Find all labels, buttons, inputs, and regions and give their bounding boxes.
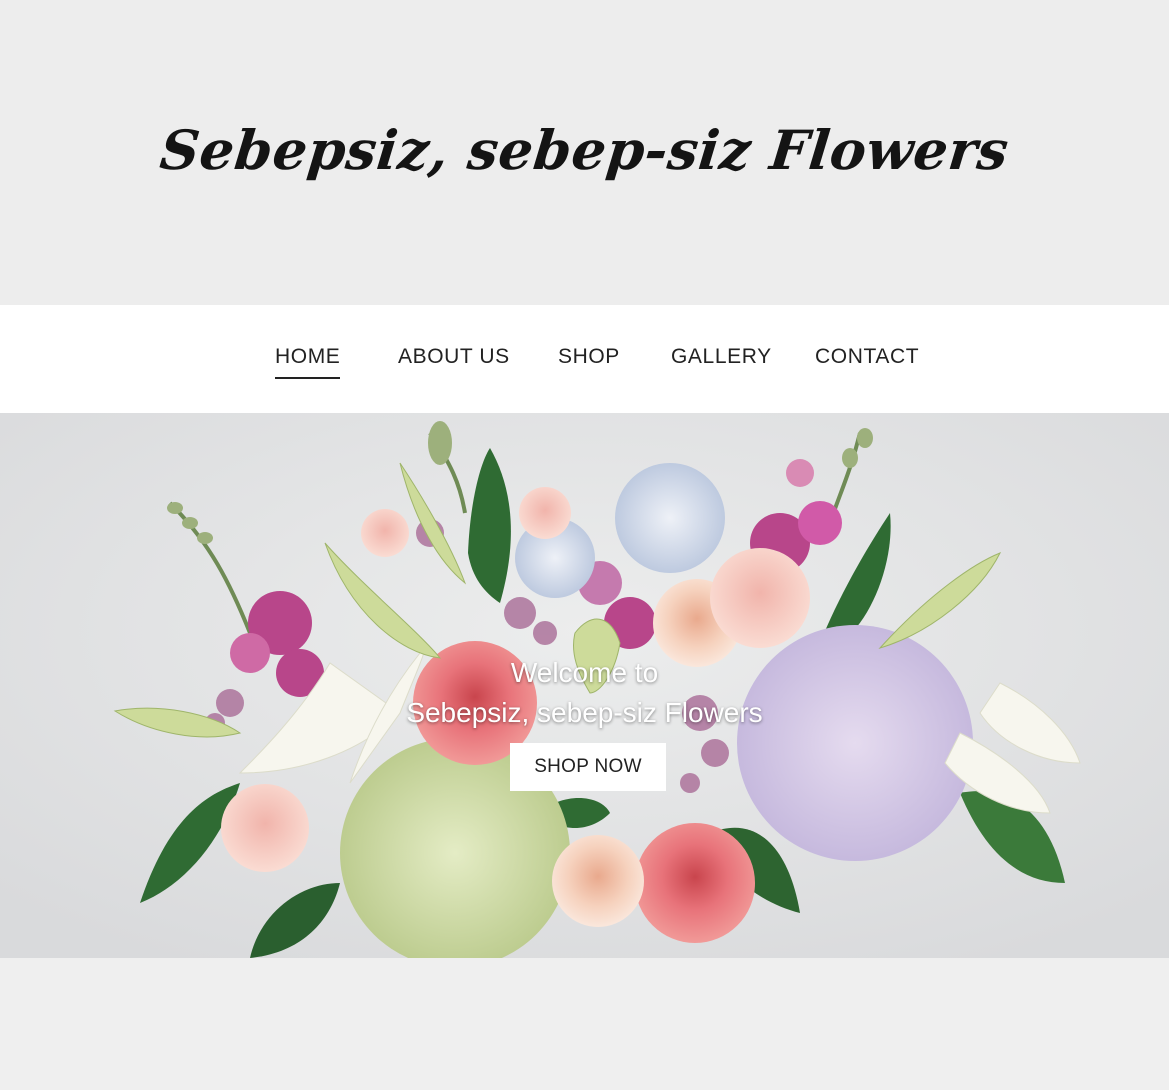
hero-banner: Welcome to Sebepsiz, sebep-siz Flowers S… <box>0 413 1169 958</box>
nav-item-contact[interactable]: CONTACT <box>815 345 919 369</box>
nav-item-shop[interactable]: SHOP <box>558 345 620 369</box>
hero-heading: Welcome to Sebepsiz, sebep-siz Flowers <box>0 653 1169 733</box>
footer-band <box>0 958 1169 1090</box>
nav-item-gallery[interactable]: GALLERY <box>671 345 772 369</box>
main-nav: HOME ABOUT US SHOP GALLERY CONTACT <box>0 305 1169 413</box>
site-title: Sebepsiz, sebep-siz Flowers <box>157 118 1012 182</box>
hero-line-1: Welcome to <box>510 657 659 688</box>
shop-now-button[interactable]: SHOP NOW <box>510 743 666 791</box>
page: Sebepsiz, sebep-siz Flowers HOME ABOUT U… <box>0 0 1169 1090</box>
site-header: Sebepsiz, sebep-siz Flowers <box>0 0 1169 305</box>
nav-item-about-us[interactable]: ABOUT US <box>398 345 510 369</box>
hero-line-2: Sebepsiz, sebep-siz Flowers <box>406 697 763 728</box>
nav-item-home[interactable]: HOME <box>275 345 341 379</box>
